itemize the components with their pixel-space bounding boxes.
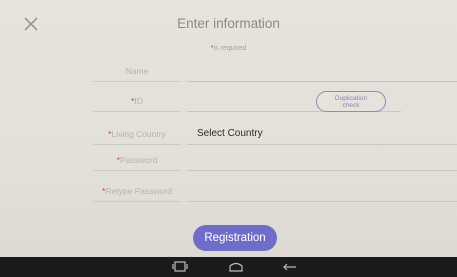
- recent-apps-icon[interactable]: [172, 261, 188, 273]
- registration-button[interactable]: Registration: [193, 225, 277, 251]
- required-note-text: is required: [213, 45, 247, 52]
- password-label: *Password: [93, 150, 181, 171]
- duplication-check-button[interactable]: Duplication check: [316, 91, 386, 112]
- country-label: *Living Country: [93, 124, 181, 145]
- password-input[interactable]: [187, 150, 457, 172]
- name-input[interactable]: [187, 61, 457, 83]
- password-field[interactable]: [187, 150, 457, 172]
- back-icon[interactable]: [282, 261, 298, 273]
- retype-password-field[interactable]: [187, 181, 457, 203]
- duplication-check-line2: check: [342, 102, 360, 109]
- duplication-check-line1: Duplication: [334, 95, 368, 102]
- registration-screen: Enter information *is required Name *ID …: [0, 0, 457, 277]
- retype-password-label: *Retype Password: [93, 181, 181, 202]
- page-title: Enter information: [177, 16, 280, 31]
- country-selected-value: Select Country: [197, 128, 263, 139]
- required-note: *is required: [0, 45, 457, 52]
- name-label: Name: [93, 61, 181, 82]
- id-label: *ID: [93, 91, 181, 112]
- country-select[interactable]: Select Country: [187, 124, 457, 145]
- retype-password-input[interactable]: [187, 181, 457, 203]
- android-nav-bar: [0, 257, 457, 277]
- name-field[interactable]: [187, 61, 457, 83]
- home-icon[interactable]: [228, 261, 244, 273]
